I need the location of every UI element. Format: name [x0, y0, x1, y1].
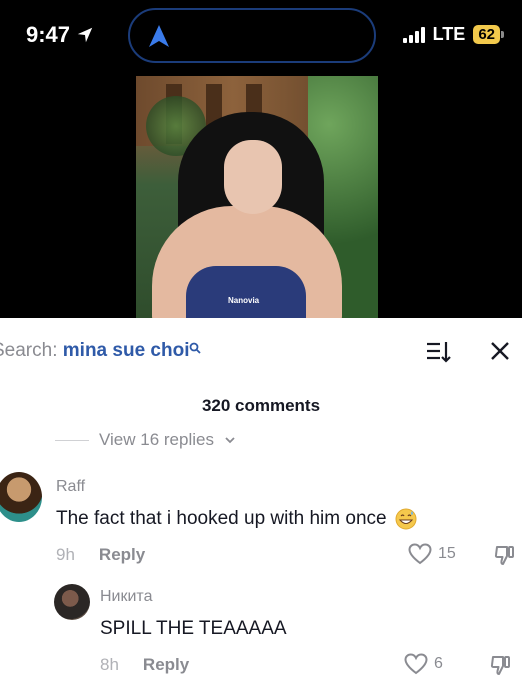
close-icon[interactable] [489, 340, 511, 362]
view-replies-label: View 16 replies [99, 430, 214, 449]
network-label: LTE [432, 24, 466, 44]
like-button[interactable]: 15 [408, 543, 456, 565]
heart-icon [404, 653, 428, 675]
reply-button[interactable]: Reply [143, 655, 189, 675]
comment-username[interactable]: Никита [100, 588, 152, 606]
like-count: 15 [438, 545, 456, 562]
like-count: 6 [434, 655, 443, 672]
chevron-down-icon [225, 437, 235, 444]
grin-sweat-emoji-icon [395, 508, 417, 530]
divider [55, 439, 89, 441]
person-face [224, 140, 282, 214]
avatar[interactable] [54, 584, 90, 620]
comment-username[interactable]: Raff [56, 478, 85, 496]
battery-icon: 62 [473, 25, 504, 44]
video-watermark: Nanovia [228, 296, 260, 305]
comments-count: 320 comments [201, 396, 321, 415]
comment-text-content: The fact that i hooked up with him once [56, 508, 387, 529]
view-replies-button[interactable]: View 16 replies [55, 430, 236, 450]
status-indicators: LTE 62 [402, 24, 504, 45]
comment-meta: 9h Reply [56, 545, 145, 565]
signal-icon [402, 26, 425, 43]
sort-icon[interactable] [426, 340, 452, 364]
search-query[interactable]: mina sue choi [63, 340, 190, 361]
search-label: Search: [0, 340, 58, 361]
comment-time: 9h [56, 545, 75, 564]
avatar[interactable] [0, 472, 42, 522]
dislike-icon[interactable] [494, 544, 516, 566]
location-arrow-icon [77, 27, 93, 43]
like-button[interactable]: 6 [404, 653, 443, 675]
navigation-icon [149, 25, 169, 47]
comment-text: SPILL THE TEAAAAA [100, 618, 287, 639]
status-time-text: 9:47 [26, 22, 71, 47]
comment-time: 8h [100, 655, 119, 674]
video-thumbnail[interactable]: Nanovia [136, 76, 378, 318]
heart-icon [408, 543, 432, 565]
comment-meta: 8h Reply [100, 655, 189, 675]
video-header-area: 9:47 LTE 62 Nanovia [0, 0, 522, 318]
search-icon [190, 342, 202, 354]
reply-button[interactable]: Reply [99, 545, 145, 565]
person-dress [186, 266, 306, 318]
dynamic-island[interactable] [128, 8, 376, 63]
comment-text: The fact that i hooked up with him once [56, 508, 417, 530]
dislike-icon[interactable] [490, 654, 512, 676]
search-suggestion[interactable]: Search: mina sue choi [0, 340, 202, 362]
status-time: 9:47 [26, 22, 94, 48]
